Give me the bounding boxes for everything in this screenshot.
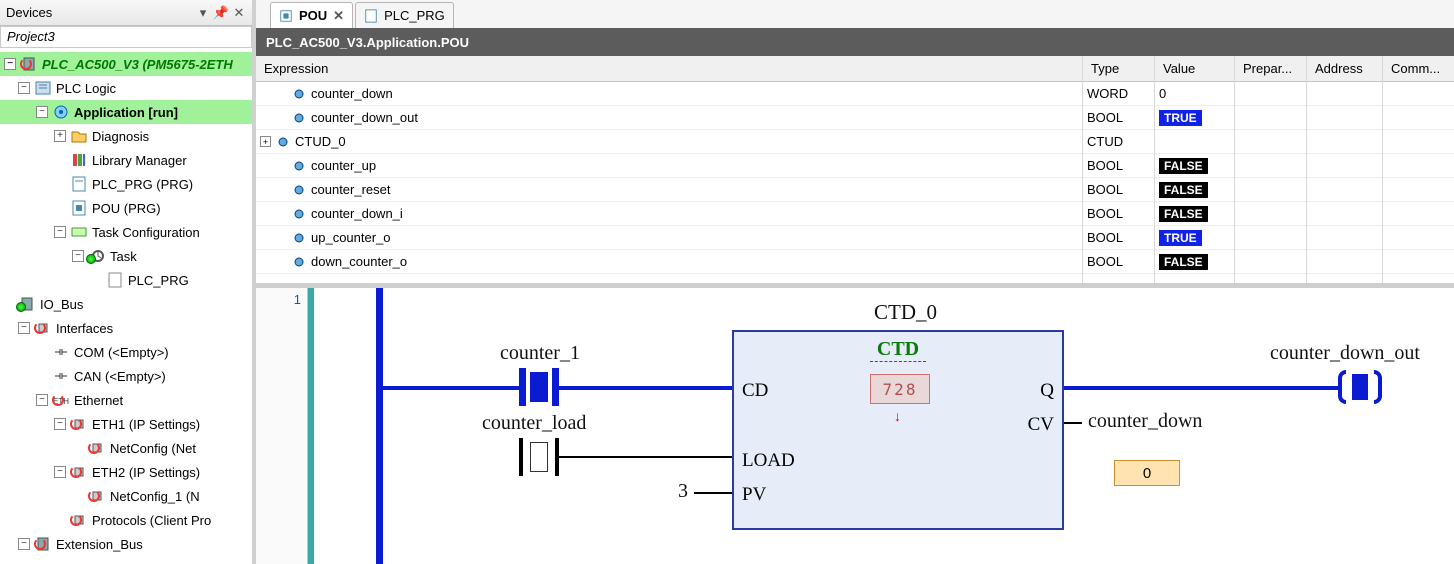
wire: [559, 386, 732, 390]
devices-panel: Devices ▾ 📌 ✕ Project3 − PLC_AC500_V3 (P…: [0, 0, 256, 564]
cell-type: BOOL: [1083, 226, 1154, 250]
tree-eth2[interactable]: − ETH2 (IP Settings): [0, 460, 252, 484]
table-row[interactable]: down_counter_o: [256, 250, 1082, 274]
cell-type: BOOL: [1083, 202, 1154, 226]
header-address[interactable]: Address: [1307, 56, 1382, 82]
project-name[interactable]: Project3: [0, 26, 252, 48]
function-block[interactable]: CTD 728 ↓ CD LOAD PV Q CV: [732, 330, 1064, 530]
rung-number: 1: [256, 288, 308, 564]
tree-can[interactable]: CAN (<Empty>): [0, 364, 252, 388]
tree-netconfig1[interactable]: NetConfig (Net: [0, 436, 252, 460]
pin-load: LOAD: [742, 450, 795, 472]
tree-task-plc-prg[interactable]: PLC_PRG: [0, 268, 252, 292]
tree-task-config[interactable]: − Task Configuration: [0, 220, 252, 244]
table-row[interactable]: counter_down_i: [256, 202, 1082, 226]
header-type[interactable]: Type: [1083, 56, 1154, 82]
table-row[interactable]: counter_down: [256, 82, 1082, 106]
tree-root[interactable]: − PLC_AC500_V3 (PM5675-2ETH: [0, 52, 252, 76]
cell-value[interactable]: TRUE: [1155, 106, 1234, 130]
header-expression[interactable]: Expression: [256, 56, 1082, 82]
cell-value[interactable]: FALSE: [1155, 250, 1234, 274]
pin-q: Q: [1040, 380, 1054, 402]
cell-value[interactable]: FALSE: [1155, 202, 1234, 226]
tree-com[interactable]: COM (<Empty>): [0, 340, 252, 364]
tree-extension-bus[interactable]: − Extension_Bus: [0, 532, 252, 556]
tab-pou[interactable]: POU ✕: [270, 2, 353, 28]
pin-cv: CV: [1028, 414, 1054, 436]
variable-table: Expression counter_down counter_down_out…: [256, 56, 1454, 288]
ladder-icon: [279, 9, 293, 23]
tree-plc-prg[interactable]: PLC_PRG (PRG): [0, 172, 252, 196]
wire: [1064, 422, 1082, 424]
cell-type: BOOL: [1083, 250, 1154, 274]
contact-closed[interactable]: [519, 368, 559, 406]
pin-icon[interactable]: 📌: [214, 6, 228, 20]
devices-title: Devices: [6, 5, 196, 20]
cell-type: BOOL: [1083, 178, 1154, 202]
cell-type: BOOL: [1083, 106, 1154, 130]
tree-netconfig2[interactable]: NetConfig_1 (N: [0, 484, 252, 508]
tree-ethernet[interactable]: − ETH Ethernet: [0, 388, 252, 412]
contact-label: counter_load: [482, 412, 586, 435]
pin-cd: CD: [742, 380, 768, 402]
document-icon: [364, 9, 378, 23]
close-icon[interactable]: ✕: [232, 6, 246, 20]
tree-library-manager[interactable]: Library Manager: [0, 148, 252, 172]
cv-var-label: counter_down: [1088, 410, 1202, 433]
header-prepared[interactable]: Prepar...: [1235, 56, 1306, 82]
table-row[interactable]: +CTUD_0: [256, 130, 1082, 154]
tab-plc-prg[interactable]: PLC_PRG: [355, 2, 454, 28]
ladder-diagram[interactable]: 1 CTD_0 CTD 728 ↓ CD LOAD PV Q CV: [256, 288, 1454, 564]
tab-pou-label: POU: [299, 8, 327, 23]
tab-strip: POU ✕ PLC_PRG: [256, 0, 1454, 28]
contact-open[interactable]: [519, 438, 559, 476]
cv-value-box: 0: [1114, 460, 1180, 486]
table-row[interactable]: counter_down_out: [256, 106, 1082, 130]
tree-eth1[interactable]: − ETH1 (IP Settings): [0, 412, 252, 436]
wire: [1064, 386, 1338, 390]
tab-close-icon[interactable]: ✕: [333, 8, 344, 24]
power-rail: [376, 288, 383, 564]
pin-pv: PV: [742, 484, 766, 506]
tree-task[interactable]: − Task: [0, 244, 252, 268]
tree-protocols[interactable]: Protocols (Client Pro: [0, 508, 252, 532]
fb-type: CTD: [870, 338, 926, 362]
fb-value-display: 728: [870, 374, 930, 404]
cell-value[interactable]: FALSE: [1155, 154, 1234, 178]
cell-value[interactable]: TRUE: [1155, 226, 1234, 250]
fb-instance-label: CTD_0: [874, 300, 937, 325]
tree-pou[interactable]: POU (PRG): [0, 196, 252, 220]
down-arrow-icon: ↓: [894, 408, 901, 424]
dropdown-icon[interactable]: ▾: [196, 6, 210, 20]
cell-value[interactable]: 0: [1155, 82, 1234, 106]
cell-value[interactable]: FALSE: [1155, 178, 1234, 202]
wire: [559, 456, 732, 458]
table-row[interactable]: counter_up: [256, 154, 1082, 178]
tab-plc-prg-label: PLC_PRG: [384, 8, 445, 23]
coil-label: counter_down_out: [1270, 342, 1420, 365]
header-value[interactable]: Value: [1155, 56, 1234, 82]
table-row[interactable]: counter_reset: [256, 178, 1082, 202]
device-tree: − PLC_AC500_V3 (PM5675-2ETH − PLC Logic …: [0, 48, 252, 564]
contact-label: counter_1: [500, 342, 580, 365]
editor-area: POU ✕ PLC_PRG PLC_AC500_V3.Application.P…: [256, 0, 1454, 564]
breadcrumb: PLC_AC500_V3.Application.POU: [256, 28, 1454, 56]
tree-plc-logic[interactable]: − PLC Logic: [0, 76, 252, 100]
pv-value: 3: [678, 480, 688, 503]
cell-type: CTUD: [1083, 130, 1154, 154]
header-comment[interactable]: Comm...: [1383, 56, 1454, 82]
tree-diagnosis[interactable]: + Diagnosis: [0, 124, 252, 148]
coil[interactable]: [1338, 370, 1382, 404]
cell-type: BOOL: [1083, 154, 1154, 178]
devices-header: Devices ▾ 📌 ✕: [0, 0, 252, 26]
wire: [383, 386, 519, 390]
tree-application[interactable]: − Application [run]: [0, 100, 252, 124]
cell-value[interactable]: [1155, 130, 1234, 154]
cell-type: WORD: [1083, 82, 1154, 106]
table-row[interactable]: up_counter_o: [256, 226, 1082, 250]
tree-io-bus[interactable]: IO_Bus: [0, 292, 252, 316]
wire: [694, 492, 732, 494]
tree-interfaces[interactable]: − Interfaces: [0, 316, 252, 340]
